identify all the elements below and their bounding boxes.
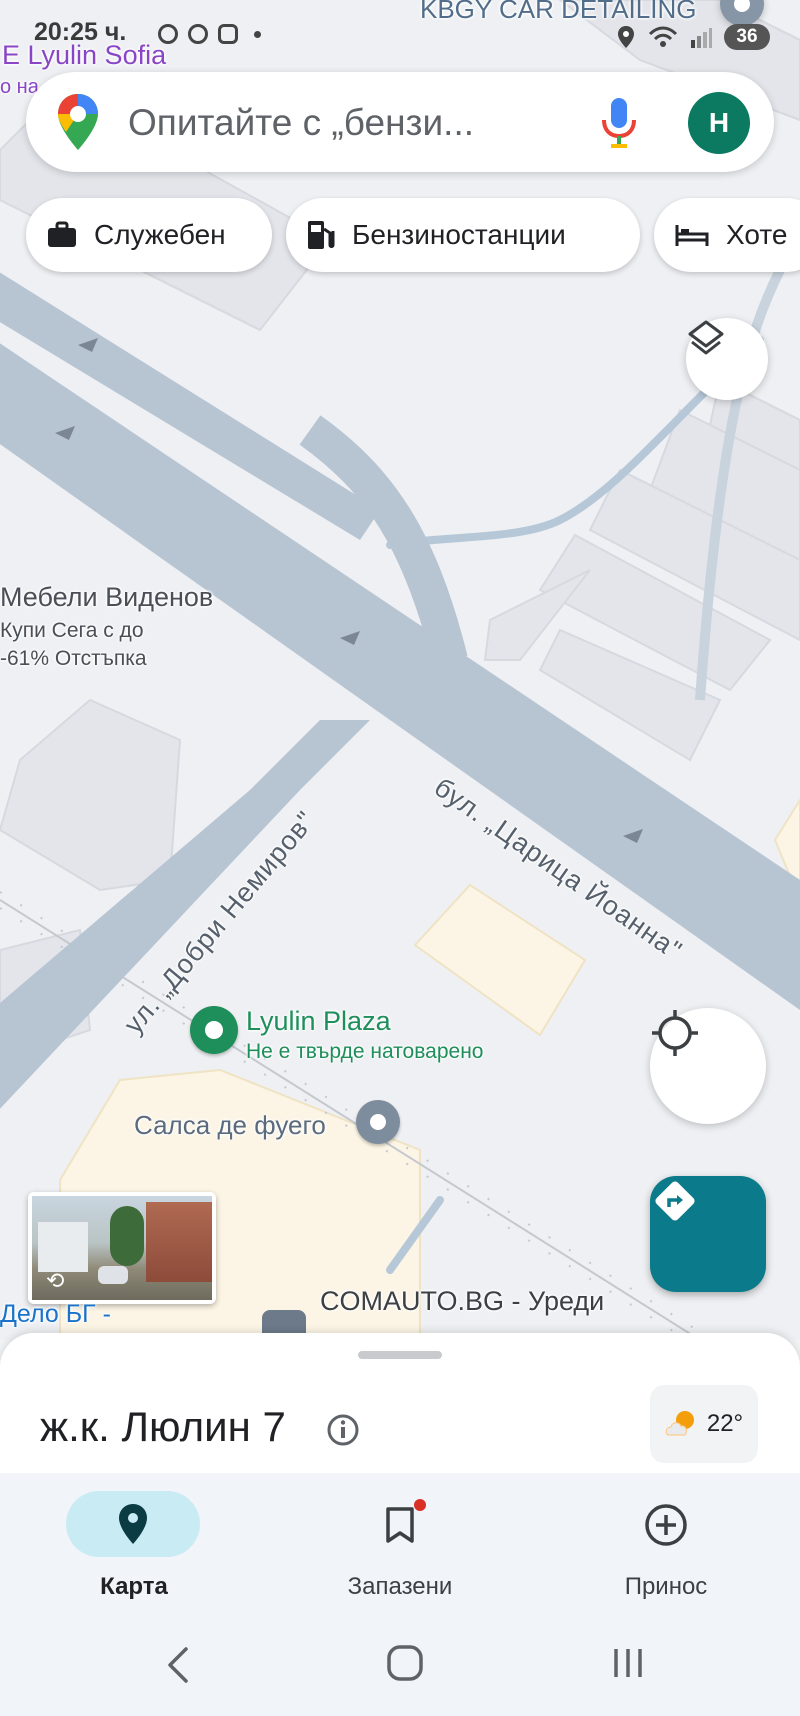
map-label-comauto[interactable]: COMAUTO.BG - Уреди (320, 1286, 604, 1317)
map-label-lyulin-plaza-sub: Не е твърде натоварено (246, 1040, 484, 1063)
system-navigation-bar (0, 1623, 800, 1716)
360-rotate-icon: ⟲ (46, 1268, 65, 1293)
map-label-mebeli-sub2: -61% Отстъпка (0, 647, 147, 670)
back-icon[interactable] (166, 1645, 190, 1685)
signal-icon (188, 24, 208, 44)
crosshair-icon (652, 1010, 698, 1056)
directions-icon (655, 1181, 695, 1221)
add-circle-icon (645, 1504, 687, 1546)
map-label-delo[interactable]: Дело БГ - (0, 1300, 111, 1329)
bottom-sheet[interactable]: ж.к. Люлин 7 22° (0, 1333, 800, 1473)
gas-station-icon (308, 221, 335, 249)
battery-icon: 36 (724, 24, 770, 50)
chip-label: Бензиностанции (352, 219, 566, 250)
bed-icon (675, 225, 709, 246)
drag-handle[interactable] (358, 1351, 442, 1359)
partly-sunny-icon (665, 1411, 694, 1436)
briefcase-icon (48, 221, 76, 247)
location-title: ж.к. Люлин 7 (40, 1403, 286, 1450)
signal-icon (158, 24, 178, 44)
layers-icon (688, 320, 724, 355)
dot-icon (254, 30, 261, 38)
map-label-mebeli-sub1: Купи Сега с до (0, 619, 144, 642)
nav-item-map[interactable]: Карта (34, 1573, 234, 1601)
bottom-navigation: Карта Запазени Принос (0, 1473, 800, 1623)
salsa-pin-icon[interactable] (356, 1100, 400, 1144)
directions-button[interactable] (650, 1176, 766, 1292)
cell-signal-icon (691, 28, 712, 48)
weather-chip[interactable]: 22° (650, 1385, 758, 1463)
chip-label: Служебен (94, 219, 226, 250)
layers-button[interactable] (686, 318, 768, 400)
chip-hotels[interactable]: Хоте (654, 198, 800, 272)
nav-item-saved[interactable]: Запазени (300, 1573, 500, 1601)
microphone-icon[interactable] (600, 96, 638, 150)
info-icon[interactable] (326, 1413, 360, 1447)
my-location-button[interactable] (650, 1008, 766, 1124)
location-icon (618, 26, 634, 48)
temperature: 22° (706, 1410, 744, 1437)
avatar[interactable]: H (688, 92, 750, 154)
map-label-lyulin-plaza[interactable]: Lyulin Plaza (246, 1006, 391, 1037)
google-maps-logo-icon (58, 94, 98, 150)
instagram-icon (218, 24, 238, 44)
status-time: 20:25 ч. (34, 18, 127, 46)
chip-service[interactable]: Служебен (26, 198, 272, 272)
status-system-icons: 36 (616, 24, 770, 50)
lyulin-plaza-pin-icon[interactable] (190, 1006, 238, 1054)
map-label-kbgy[interactable]: KBGY CAR DETAILING (420, 0, 696, 25)
street-view-thumbnail[interactable]: ⟲ (28, 1192, 216, 1304)
home-icon[interactable] (386, 1643, 424, 1683)
notification-dot (414, 1499, 426, 1511)
chip-label: Хоте (726, 219, 788, 250)
chip-gas-stations[interactable]: Бензиностанции (286, 198, 640, 272)
status-notification-icons (158, 24, 261, 44)
nav-item-contribute[interactable]: Принос (566, 1573, 766, 1601)
map-label-salsa[interactable]: Салса де фуего (134, 1110, 326, 1141)
bookmark-icon (386, 1507, 414, 1543)
map-pin-icon (119, 1504, 147, 1544)
search-input[interactable]: Опитайте с „бензи... (128, 102, 474, 144)
recent-apps-icon[interactable] (610, 1645, 646, 1681)
map-label-mebeli[interactable]: Мебели Виденов (0, 582, 213, 613)
wifi-icon (648, 26, 678, 47)
